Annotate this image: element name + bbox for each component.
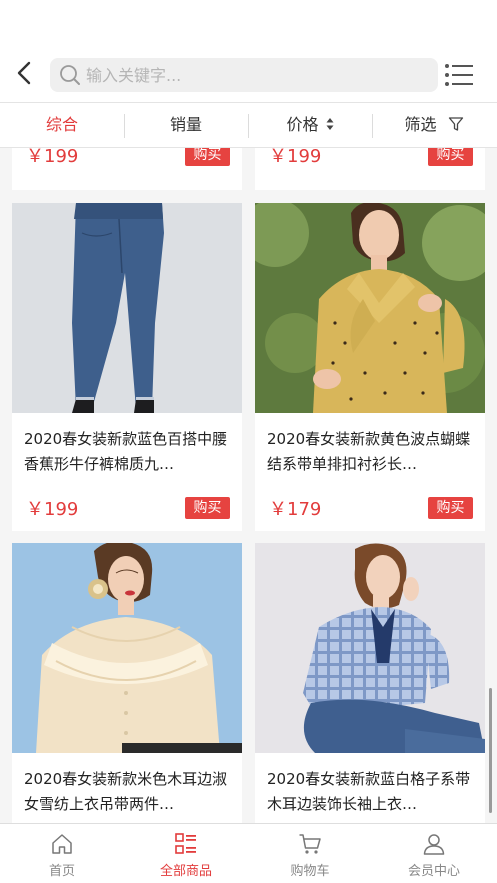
product-title: 2020春女装新款蓝色百搭中腰香蕉形牛仔裤棉质九… bbox=[24, 430, 228, 473]
sort-tab-price[interactable]: 价格 bbox=[248, 103, 372, 147]
sort-arrows-icon bbox=[326, 117, 334, 130]
buy-button[interactable]: 购买 bbox=[428, 497, 473, 519]
filter-funnel-icon bbox=[448, 116, 463, 131]
product-card[interactable]: 2020春女装新款蓝白格子系带木耳边装饰长袖上衣… bbox=[255, 543, 485, 823]
buy-button[interactable]: 购买 bbox=[185, 148, 230, 166]
product-list: ￥199 购买 ￥199 购买 2020春女装新款蓝色百搭中腰香蕉形牛仔裤棉质九… bbox=[0, 148, 497, 823]
tab-label: 购物车 bbox=[290, 864, 330, 879]
status-bar bbox=[0, 0, 497, 48]
tab-cart[interactable]: 购物车 bbox=[248, 824, 372, 883]
back-arrow-icon[interactable] bbox=[12, 60, 38, 86]
product-image[interactable] bbox=[255, 203, 485, 413]
product-card[interactable]: ￥199 购买 bbox=[255, 148, 485, 190]
product-card[interactable]: ￥199 购买 bbox=[12, 148, 242, 190]
tab-home[interactable]: 首页 bbox=[0, 824, 124, 883]
sort-tab-sales[interactable]: 销量 bbox=[124, 103, 248, 147]
sort-tab-filter[interactable]: 筛选 bbox=[372, 103, 496, 147]
product-image[interactable] bbox=[12, 543, 242, 753]
product-price: ￥199 bbox=[26, 148, 79, 167]
tab-label: 会员中心 bbox=[407, 864, 460, 879]
product-price: ￥179 bbox=[269, 499, 322, 520]
sort-tab-label: 销量 bbox=[169, 115, 202, 134]
sort-tab-comprehensive[interactable]: 综合 bbox=[0, 103, 124, 147]
tab-label: 首页 bbox=[48, 864, 75, 879]
product-card[interactable]: 2020春女装新款米色木耳边淑女雪纺上衣吊带两件… bbox=[12, 543, 242, 823]
product-title: 2020春女装新款蓝白格子系带木耳边装饰长袖上衣… bbox=[267, 770, 471, 813]
top-header bbox=[0, 48, 497, 102]
product-price: ￥199 bbox=[26, 499, 79, 520]
sort-bar: 综合 销量 价格 筛选 bbox=[0, 102, 497, 148]
search-box[interactable] bbox=[50, 58, 438, 92]
product-card[interactable]: 2020春女装新款黄色波点蝴蝶结系带单排扣衬衫长… ￥179 购买 bbox=[255, 203, 485, 531]
product-price: ￥199 bbox=[269, 148, 322, 167]
tab-label: 全部商品 bbox=[159, 864, 212, 879]
category-list-icon bbox=[175, 833, 196, 854]
bottom-tab-bar: 首页 全部商品 购物车 会员中心 bbox=[0, 823, 497, 883]
search-icon bbox=[60, 65, 80, 85]
user-icon bbox=[423, 834, 445, 855]
product-card[interactable]: 2020春女装新款蓝色百搭中腰香蕉形牛仔裤棉质九… ￥199 购买 bbox=[12, 203, 242, 531]
search-input[interactable] bbox=[86, 58, 426, 92]
product-title: 2020春女装新款米色木耳边淑女雪纺上衣吊带两件… bbox=[24, 770, 228, 813]
cart-icon bbox=[299, 834, 321, 854]
sort-tab-label: 综合 bbox=[45, 115, 78, 134]
product-title: 2020春女装新款黄色波点蝴蝶结系带单排扣衬衫长… bbox=[267, 430, 471, 473]
list-menu-icon[interactable] bbox=[444, 62, 474, 88]
sort-tab-label: 价格 bbox=[286, 115, 319, 134]
product-image[interactable] bbox=[12, 203, 242, 413]
scrollbar[interactable] bbox=[489, 688, 492, 813]
home-icon bbox=[52, 834, 72, 854]
buy-button[interactable]: 购买 bbox=[428, 148, 473, 166]
tab-all-products[interactable]: 全部商品 bbox=[124, 824, 248, 883]
sort-tab-label: 筛选 bbox=[404, 115, 437, 134]
buy-button[interactable]: 购买 bbox=[185, 497, 230, 519]
product-image[interactable] bbox=[255, 543, 485, 753]
tab-member-center[interactable]: 会员中心 bbox=[372, 824, 496, 883]
